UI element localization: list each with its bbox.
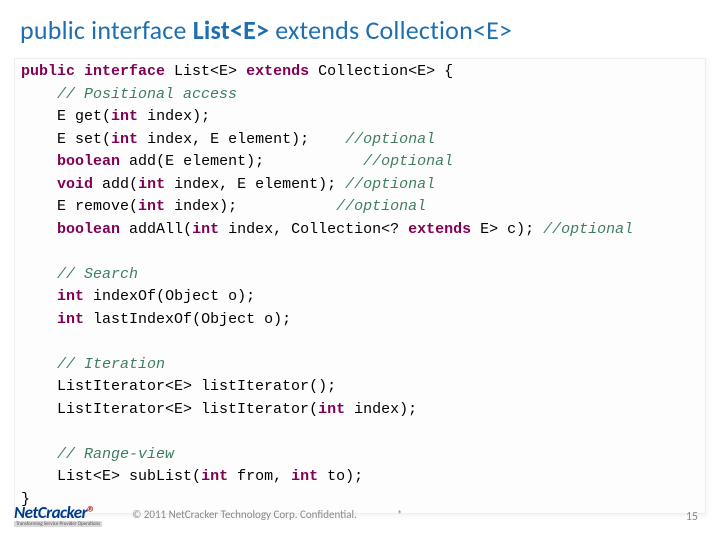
code-line: int lastIndexOf(Object o); <box>15 309 705 332</box>
title-bold: List<E> <box>193 14 269 46</box>
code-line: boolean add(E element); //optional <box>15 151 705 174</box>
code-line: // Range-view <box>15 444 705 467</box>
copyright-text: © 2011 NetCracker Technology Corp. Confi… <box>132 508 357 521</box>
title-suffix: extends Collection<E> <box>269 14 512 46</box>
code-line <box>15 331 705 354</box>
code-line: ListIterator<E> listIterator(); <box>15 376 705 399</box>
slide-title: public interface List<E> extends Collect… <box>0 0 720 56</box>
code-line: void add(int index, E element); //option… <box>15 174 705 197</box>
logo-text: NetCracker® <box>14 502 95 523</box>
code-line: // Search <box>15 264 705 287</box>
code-line: List<E> subList(int from, int to); <box>15 466 705 489</box>
slide-container: public interface List<E> extends Collect… <box>0 0 720 540</box>
code-line: E get(int index); <box>15 106 705 129</box>
code-line: public interface List<E> extends Collect… <box>15 61 705 84</box>
code-line: E remove(int index); //optional <box>15 196 705 219</box>
code-line: // Iteration <box>15 354 705 377</box>
logo-subtitle: Transforming Service Provider Operations <box>14 521 102 527</box>
page-number: 15 <box>686 510 698 524</box>
code-line: int indexOf(Object o); <box>15 286 705 309</box>
footnote-star: * <box>397 508 402 521</box>
code-line: boolean addAll(int index, Collection<? e… <box>15 219 705 242</box>
code-block: public interface List<E> extends Collect… <box>14 58 706 514</box>
code-line: ListIterator<E> listIterator(int index); <box>15 399 705 422</box>
logo: NetCracker® Transforming Service Provide… <box>14 502 102 527</box>
code-line: E set(int index, E element); //optional <box>15 129 705 152</box>
code-line <box>15 421 705 444</box>
code-line <box>15 241 705 264</box>
code-line: // Positional access <box>15 84 705 107</box>
footer: NetCracker® Transforming Service Provide… <box>0 494 720 534</box>
title-prefix: public interface <box>20 14 193 46</box>
